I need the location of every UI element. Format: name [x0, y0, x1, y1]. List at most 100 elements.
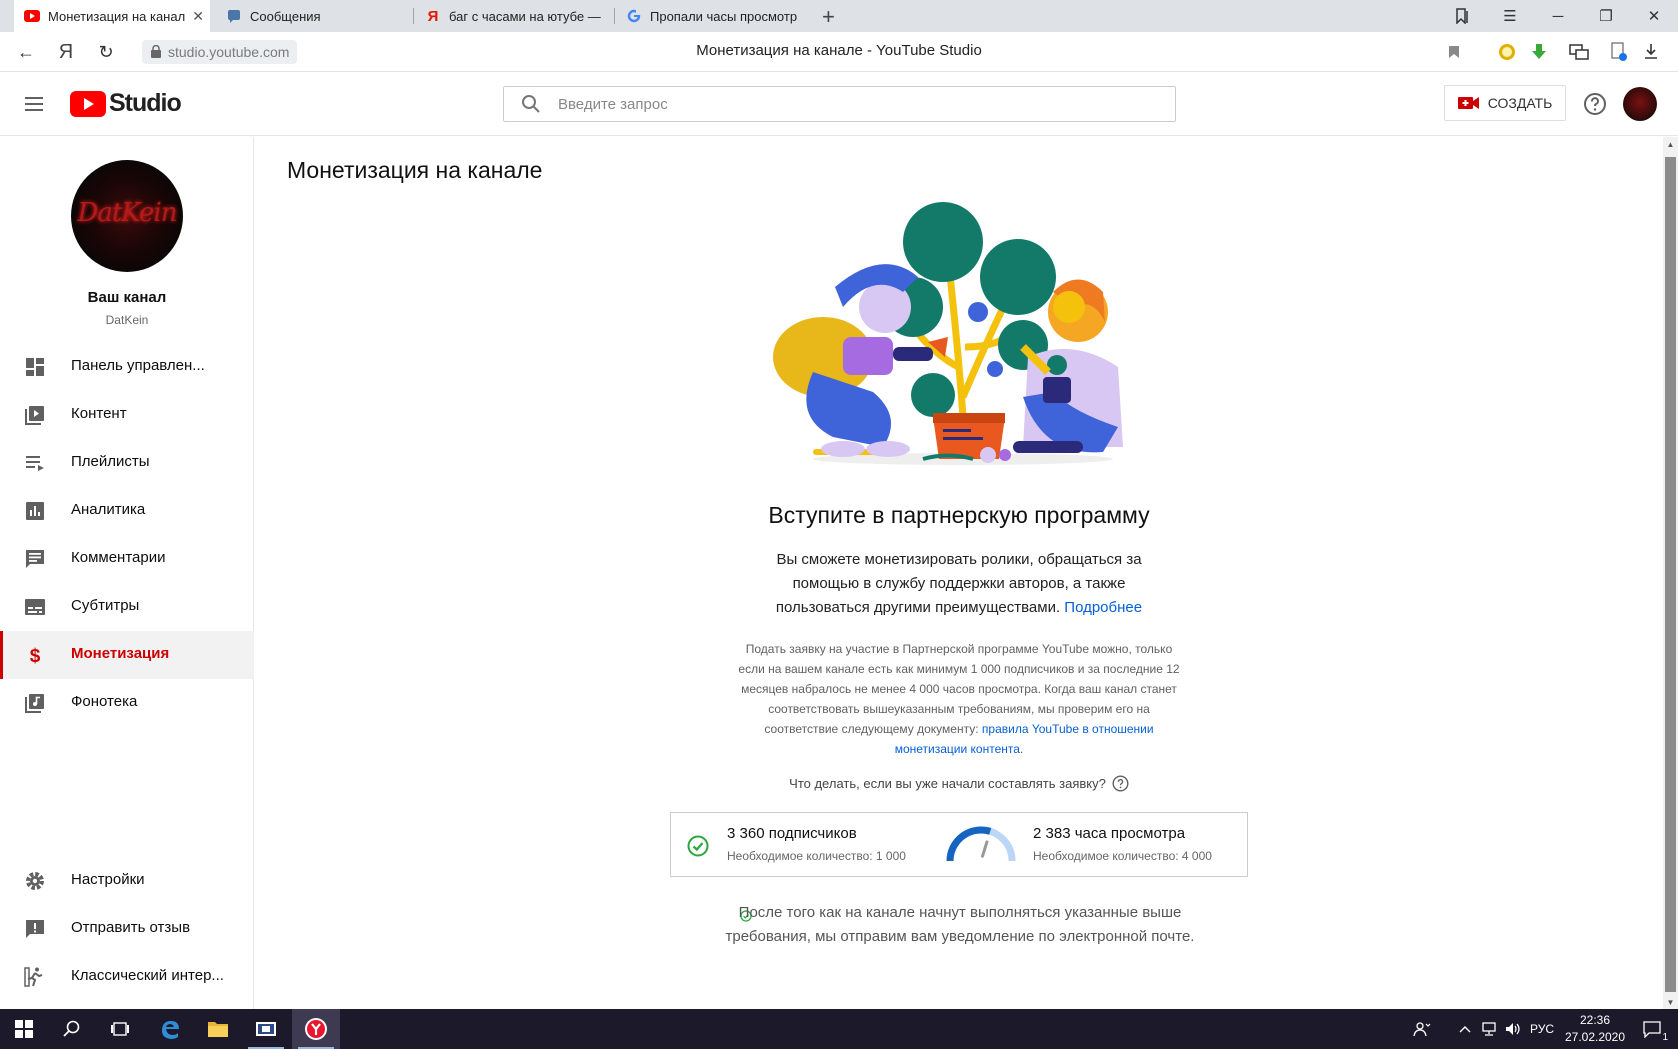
sidebar-item-label: Аналитика	[71, 501, 146, 518]
sidebar-item-label: Субтитры	[71, 597, 140, 614]
analytics-icon	[26, 502, 44, 520]
sidebar-item-label: Фонотека	[71, 693, 138, 710]
subscribers-count: 3 360 подписчиков	[727, 825, 857, 842]
sidebar: DatKein Ваш канал DatKein Панель управле…	[0, 137, 254, 1009]
channel-avatar[interactable]: DatKein	[71, 160, 183, 272]
clock-date[interactable]: 27.02.2020	[1563, 1030, 1627, 1044]
studio-header: Studio СОЗДАТЬ	[0, 72, 1678, 136]
sidebar-item-label: Комментарии	[71, 549, 166, 566]
new-tab-button[interactable]: +	[822, 4, 835, 30]
clock-time[interactable]: 22:36	[1578, 1013, 1612, 1027]
volume-icon[interactable]	[1500, 1009, 1526, 1049]
browser-tab-google-search[interactable]: Пропали часы просмотр	[616, 0, 806, 32]
page-scrollbar[interactable]: ▲ ▼	[1663, 137, 1678, 1009]
video-library-icon	[25, 406, 44, 425]
browser-menu-icon[interactable]: ☰	[1490, 0, 1530, 32]
dashboard-icon	[26, 358, 44, 376]
page-title-display: Монетизация на канале - YouTube Studio	[696, 42, 982, 59]
account-avatar[interactable]	[1623, 87, 1657, 121]
partner-program-illustration	[773, 202, 1123, 465]
gear-icon	[26, 872, 44, 890]
bookmarks-icon[interactable]	[1442, 0, 1482, 32]
playlist-icon	[26, 456, 44, 471]
browser-tab-yandex-search[interactable]: Я баг с часами на ютубе —	[415, 0, 605, 32]
messages-extension-icon[interactable]	[1569, 42, 1589, 62]
sidebar-item-comments[interactable]: Комментарии	[0, 535, 254, 583]
help-circle-icon[interactable]	[1112, 775, 1129, 792]
close-icon[interactable]: ✕	[192, 8, 204, 25]
scroll-down-icon[interactable]: ▼	[1663, 995, 1678, 1009]
minimize-icon[interactable]: ─	[1538, 0, 1578, 32]
studio-logo[interactable]: Studio	[70, 89, 182, 118]
sidebar-item-dashboard[interactable]: Панель управлен...	[0, 343, 254, 391]
sidebar-item-monetization[interactable]: $ Монетизация	[0, 631, 254, 679]
channel-avatar-logo: DatKein	[77, 198, 178, 228]
taskbar-search-icon[interactable]	[48, 1009, 96, 1049]
sidebar-item-label: Контент	[71, 405, 127, 422]
page-title: Монетизация на канале	[287, 157, 543, 183]
coin-extension-icon[interactable]	[1497, 42, 1517, 62]
sidebar-item-feedback[interactable]: Отправить отзыв	[0, 905, 254, 953]
tab-title: Сообщения	[250, 8, 321, 24]
sidebar-item-audio-library[interactable]: Фонотека	[0, 679, 254, 727]
learn-more-link[interactable]: Подробнее	[1064, 599, 1142, 616]
help-icon[interactable]	[1583, 92, 1607, 116]
media-app-icon[interactable]	[242, 1009, 290, 1049]
tray-chevron-up-icon[interactable]	[1452, 1009, 1478, 1049]
sidebar-item-classic-studio[interactable]: Классический интер...	[0, 953, 254, 1001]
watch-hours-count: 2 383 часа просмотра	[1033, 825, 1186, 842]
dollar-icon: $	[30, 646, 41, 666]
comments-icon	[26, 550, 44, 568]
create-button[interactable]: СОЗДАТЬ	[1444, 85, 1566, 121]
channel-title: Ваш канал	[87, 289, 167, 306]
network-icon[interactable]	[1476, 1009, 1502, 1049]
video-camera-icon	[1457, 97, 1479, 109]
keyboard-language[interactable]: РУС	[1530, 1022, 1554, 1036]
sidebar-item-label: Монетизация	[71, 645, 170, 662]
sidebar-item-content[interactable]: Контент	[0, 391, 254, 439]
eligibility-stats-box: 3 360 подписчиков Необходимое количество…	[670, 812, 1248, 877]
sidebar-item-subtitles[interactable]: Субтитры	[0, 583, 254, 631]
sidebar-item-label: Панель управлен...	[71, 357, 205, 374]
browser-tab-monetization[interactable]: Монетизация на канал ✕	[14, 0, 210, 32]
classic-exit-icon	[24, 967, 43, 987]
restore-icon[interactable]: ❐	[1586, 0, 1626, 32]
search-input[interactable]	[558, 95, 1118, 113]
scroll-thumb[interactable]	[1665, 157, 1676, 992]
task-view-icon[interactable]	[96, 1009, 144, 1049]
bookmark-icon[interactable]	[1444, 42, 1464, 62]
browser-tab-bar: Монетизация на канал ✕ Сообщения Я баг с…	[0, 0, 1678, 32]
subscribers-required: Необходимое количество: 1 000	[727, 849, 906, 863]
tab-title: Монетизация на канал	[48, 8, 186, 24]
watch-hours-gauge-icon	[946, 826, 1016, 862]
sidebar-item-playlists[interactable]: Плейлисты	[0, 439, 254, 487]
hamburger-menu-icon[interactable]	[22, 92, 48, 116]
file-explorer-icon[interactable]	[194, 1009, 242, 1049]
document-extension-icon[interactable]	[1609, 42, 1629, 62]
yandex-icon: Я	[427, 7, 439, 25]
downloads-icon[interactable]	[1641, 42, 1661, 62]
join-program-description: Вы сможете монетизировать ролики, обраща…	[759, 548, 1159, 620]
tab-title: баг с часами на ютубе —	[449, 8, 601, 24]
audio-library-icon	[25, 694, 44, 713]
window-close-icon[interactable]: ✕	[1634, 0, 1674, 32]
browser-tab-messages[interactable]: Сообщения	[216, 0, 404, 32]
edge-browser-icon[interactable]	[146, 1009, 194, 1049]
feedback-icon	[26, 920, 44, 938]
join-program-title: Вступите в партнерскую программу	[768, 502, 1150, 528]
create-label: СОЗДАТЬ	[1487, 95, 1553, 111]
google-icon	[626, 8, 642, 24]
subtitles-icon	[25, 599, 45, 615]
yandex-browser-taskbar-icon[interactable]	[292, 1009, 340, 1049]
faq-text: Что делать, если вы уже начали составлят…	[789, 776, 1106, 791]
download-extension-icon[interactable]	[1529, 42, 1549, 62]
scroll-up-icon[interactable]: ▲	[1663, 137, 1678, 151]
windows-taskbar: РУС 22:36 27.02.2020 1	[0, 1009, 1678, 1049]
sidebar-item-analytics[interactable]: Аналитика	[0, 487, 254, 535]
action-center-icon[interactable]: 1	[1630, 1009, 1674, 1049]
people-icon[interactable]	[1404, 1009, 1440, 1049]
search-box[interactable]	[503, 86, 1176, 122]
windows-start-icon[interactable]	[0, 1009, 48, 1049]
eligibility-requirements-text: Подать заявку на участие в Партнерской п…	[734, 639, 1184, 759]
sidebar-item-settings[interactable]: Настройки	[0, 857, 254, 905]
